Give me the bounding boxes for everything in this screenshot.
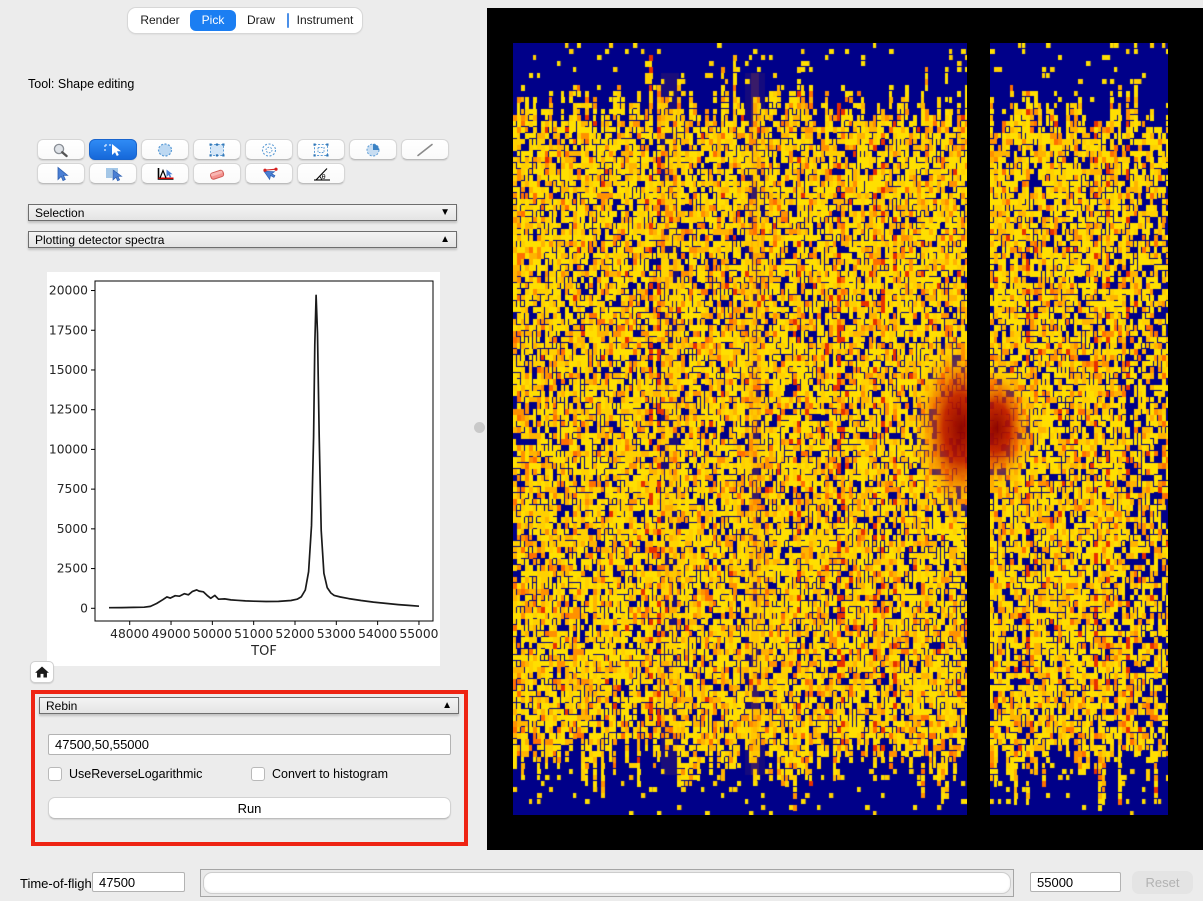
svg-text:15000: 15000 [49, 363, 88, 377]
dashed-rectangle-ring-icon [308, 142, 334, 158]
expand-arrow-icon: ▲ [440, 234, 450, 245]
rebin-section: Rebin ▲ UseReverseLogarithmic Convert to… [31, 690, 468, 846]
checkbox-box[interactable] [251, 767, 265, 781]
expand-arrow-icon: ▲ [442, 700, 452, 711]
convert-to-histogram-checkbox[interactable]: Convert to histogram [251, 767, 388, 781]
draw-rectangle-tool-button[interactable] [193, 139, 241, 160]
plotting-section-label: Plotting detector spectra [35, 233, 164, 247]
instrument-detector-view[interactable] [487, 8, 1203, 850]
svg-text:51000: 51000 [234, 627, 273, 641]
magnifier-icon [48, 142, 74, 158]
plotting-section-header[interactable]: Plotting detector spectra ▲ [28, 231, 457, 248]
tool-status-text: Tool: Shape editing [28, 77, 134, 91]
sector-pie-icon [360, 142, 386, 158]
svg-text:2500: 2500 [57, 562, 88, 576]
pick-cursor-icon [48, 166, 74, 182]
draw-rectangle-ring-tool-button[interactable] [297, 139, 345, 160]
svg-text:20000: 20000 [49, 284, 88, 298]
edit-shape-cursor-icon [100, 142, 126, 158]
selection-section-header[interactable]: Selection ▼ [28, 204, 457, 221]
svg-text:12500: 12500 [49, 403, 88, 417]
shape-toolbar-row1 [37, 139, 449, 160]
svg-text:50000: 50000 [193, 627, 232, 641]
checkbox-box[interactable] [48, 767, 62, 781]
dashed-rectangle-icon [204, 142, 230, 158]
spectrum-plot[interactable]: 0 2500 5000 7500 10000 12500 15000 17500 20000 48… [47, 272, 440, 666]
tab-pick[interactable]: Pick [190, 10, 236, 31]
dashed-ellipse-icon [152, 142, 178, 158]
home-icon [34, 665, 50, 679]
draw-sector-tool-button[interactable] [349, 139, 397, 160]
checkbox-label: UseReverseLogarithmic [69, 767, 202, 781]
collapse-arrow-icon: ▼ [440, 207, 450, 218]
peak-plot-icon [152, 166, 178, 182]
zoom-tool-button[interactable] [37, 139, 85, 160]
tof-min-input[interactable] [92, 872, 185, 892]
dashed-ring-icon [256, 142, 282, 158]
detector-bank-left[interactable] [513, 43, 967, 815]
selection-section-label: Selection [35, 206, 84, 220]
peak-compare-cursor-icon [256, 166, 282, 182]
rebin-section-label: Rebin [46, 699, 77, 713]
svg-text:52000: 52000 [275, 627, 314, 641]
svg-text:0: 0 [80, 601, 88, 615]
svg-text:55000: 55000 [399, 627, 438, 641]
svg-text:17500: 17500 [49, 323, 88, 337]
svg-text:53000: 53000 [317, 627, 356, 641]
draw-ellipse-tool-button[interactable] [141, 139, 189, 160]
svg-text:5000: 5000 [57, 522, 88, 536]
reset-button[interactable]: Reset [1132, 871, 1193, 894]
draw-ellipse-ring-tool-button[interactable] [245, 139, 293, 160]
angle-theta-icon: θ [308, 166, 334, 182]
tab-instrument[interactable]: Instrument [290, 10, 360, 31]
svg-text:49000: 49000 [151, 627, 190, 641]
pencil-line-icon [412, 142, 438, 158]
eraser-icon [204, 166, 230, 182]
svg-text:48000: 48000 [110, 627, 149, 641]
align-peaks-tool-button[interactable]: θ [297, 163, 345, 184]
svg-text:10000: 10000 [49, 442, 88, 456]
tab-render[interactable]: Render [130, 10, 190, 31]
plot-home-button[interactable] [30, 661, 54, 683]
tube-select-icon [100, 166, 126, 182]
detector-bank-right[interactable] [990, 43, 1168, 815]
tof-max-input[interactable] [1030, 872, 1121, 892]
run-rebin-button[interactable]: Run [48, 797, 451, 819]
rebin-section-header[interactable]: Rebin ▲ [39, 697, 459, 714]
use-reverse-logarithmic-checkbox[interactable]: UseReverseLogarithmic [48, 767, 202, 781]
pick-pixel-tool-button[interactable] [37, 163, 85, 184]
pick-toolbar-row2: θ [37, 163, 345, 184]
spectrum-chart-svg: 0 2500 5000 7500 10000 12500 15000 17500 20000 48… [47, 272, 440, 666]
tof-range-handle[interactable] [203, 872, 1011, 894]
instrument-view-window: Render Pick Draw Instrument Tool: Shape … [0, 0, 1203, 901]
svg-text:θ: θ [322, 173, 326, 181]
svg-text:TOF: TOF [250, 644, 277, 659]
erase-peak-tool-button[interactable] [193, 163, 241, 184]
compare-peaks-tool-button[interactable] [245, 163, 293, 184]
tab-draw[interactable]: Draw [236, 10, 286, 31]
draw-free-tool-button[interactable] [401, 139, 449, 160]
rebin-params-input[interactable] [48, 734, 451, 755]
tof-range-slider[interactable] [200, 869, 1014, 897]
checkbox-label: Convert to histogram [272, 767, 388, 781]
pick-tube-tool-button[interactable] [89, 163, 137, 184]
panel-splitter-handle[interactable] [474, 422, 485, 433]
edit-shape-tool-button[interactable] [89, 139, 137, 160]
svg-text:7500: 7500 [57, 482, 88, 496]
add-peak-tool-button[interactable] [141, 163, 189, 184]
view-tabbar: Render Pick Draw Instrument [128, 8, 362, 33]
tab-separator [287, 13, 289, 28]
svg-text:54000: 54000 [358, 627, 397, 641]
time-of-flight-label: Time-of-flight [20, 876, 95, 891]
